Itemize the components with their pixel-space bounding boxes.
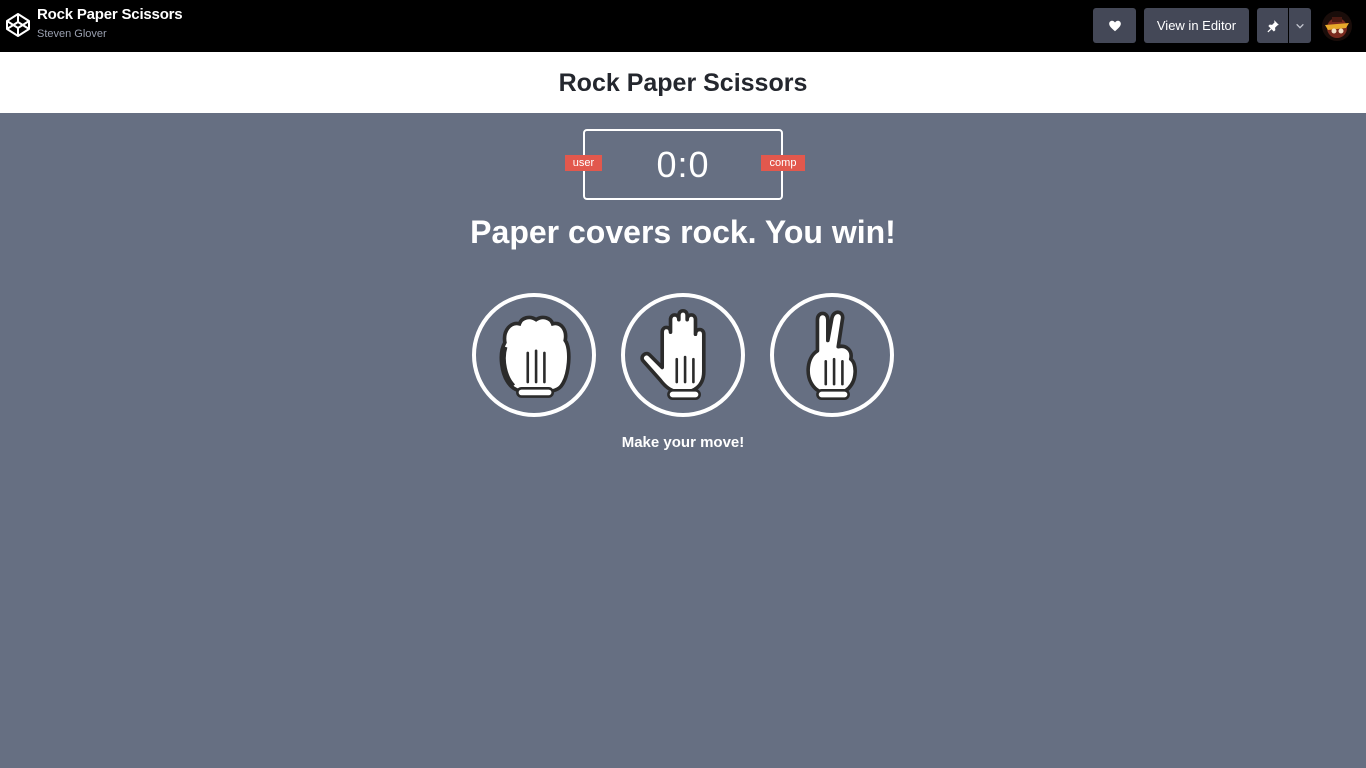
scissors-hand-icon bbox=[806, 310, 857, 400]
top-bar: Rock Paper Scissors Steven Glover View i… bbox=[0, 0, 1366, 52]
user-badge: user bbox=[565, 155, 602, 171]
love-button[interactable] bbox=[1093, 8, 1136, 43]
scoreboard: 0:0 bbox=[583, 129, 783, 200]
comp-badge: comp bbox=[761, 155, 805, 171]
view-in-editor-button[interactable]: View in Editor bbox=[1144, 8, 1249, 43]
result-message: Paper covers rock. You win! bbox=[470, 214, 896, 250]
rock-hand-icon bbox=[499, 315, 571, 398]
heart-icon bbox=[1108, 20, 1121, 31]
score-display: 0:0 bbox=[656, 143, 710, 185]
pin-menu-button[interactable] bbox=[1289, 8, 1311, 43]
pin-icon bbox=[1266, 19, 1279, 32]
page-title: Rock Paper Scissors bbox=[558, 69, 808, 97]
scissors-button[interactable] bbox=[770, 293, 894, 417]
move-prompt: Make your move! bbox=[621, 434, 745, 451]
pen-author[interactable]: Steven Glover bbox=[37, 28, 107, 40]
avatar[interactable] bbox=[1322, 11, 1352, 41]
rock-button[interactable] bbox=[472, 293, 596, 417]
paper-button[interactable] bbox=[621, 293, 745, 417]
pin-button[interactable] bbox=[1257, 8, 1288, 43]
pen-title[interactable]: Rock Paper Scissors bbox=[37, 6, 183, 23]
paper-hand-icon bbox=[640, 309, 706, 400]
codepen-logo-icon[interactable] bbox=[4, 11, 32, 39]
title-strip: Rock Paper Scissors bbox=[0, 52, 1366, 113]
chevron-down-icon bbox=[1296, 23, 1304, 29]
